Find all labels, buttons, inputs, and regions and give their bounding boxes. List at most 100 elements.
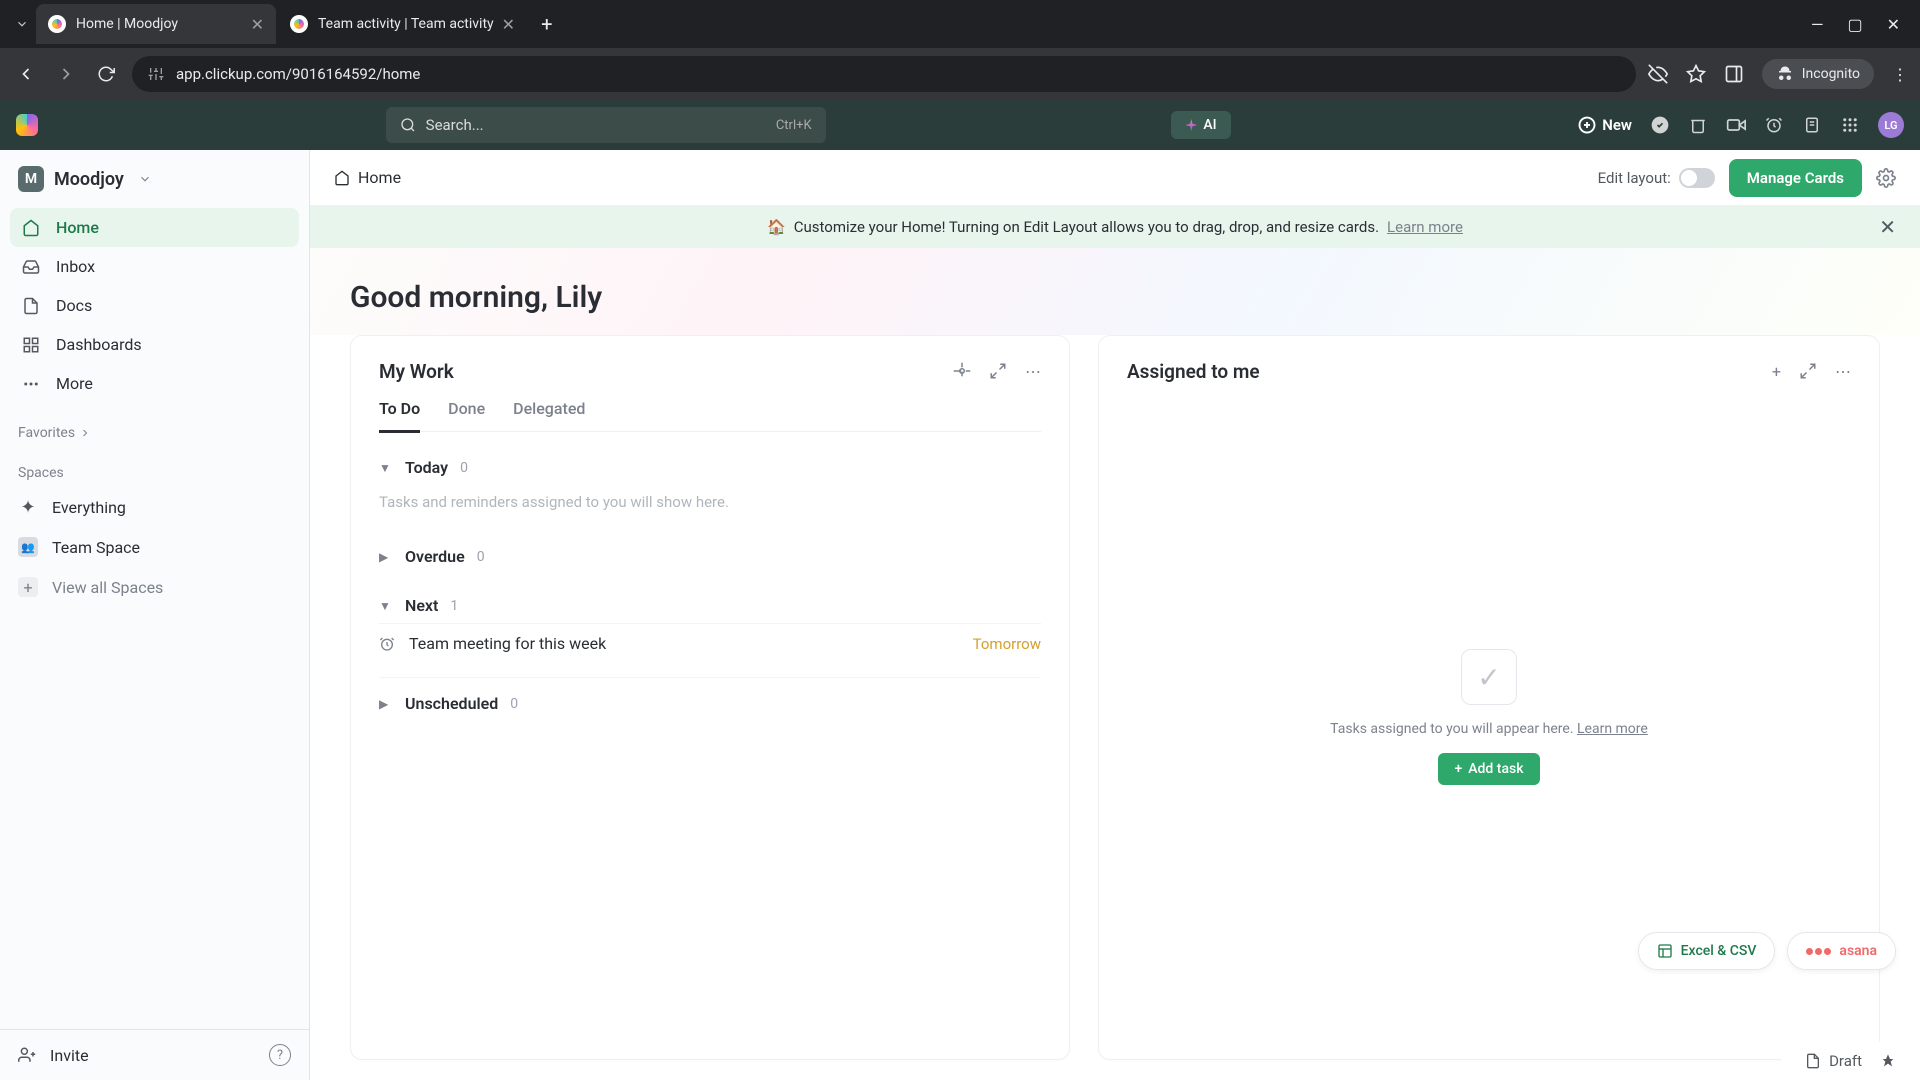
manage-cards-button[interactable]: Manage Cards — [1729, 159, 1862, 197]
video-icon[interactable] — [1726, 115, 1746, 135]
task-name: Team meeting for this week — [409, 634, 959, 653]
toggle-switch[interactable] — [1679, 168, 1715, 188]
group-header[interactable]: ▶ Overdue 0 — [379, 539, 1041, 574]
sidebar-item-dashboards[interactable]: Dashboards — [10, 325, 299, 364]
group-header[interactable]: ▼ Next 1 — [379, 588, 1041, 623]
tabs-dropdown-icon[interactable] — [8, 10, 36, 38]
app-logo-icon[interactable] — [16, 114, 38, 136]
check-circle-icon[interactable] — [1650, 115, 1670, 135]
new-tab-button[interactable]: + — [529, 12, 564, 36]
more-icon[interactable]: ⋯ — [1025, 362, 1041, 381]
edit-layout-toggle[interactable]: Edit layout: — [1598, 168, 1715, 188]
sidebar-item-inbox[interactable]: Inbox — [10, 247, 299, 286]
expand-icon[interactable] — [989, 362, 1007, 381]
browser-tab-active[interactable]: Home | Moodjoy ✕ — [36, 4, 276, 44]
spaces-section: Spaces — [0, 447, 309, 487]
team-space-icon: 👥 — [18, 537, 38, 557]
incognito-badge[interactable]: Incognito — [1762, 59, 1874, 89]
tracking-off-icon[interactable] — [1648, 64, 1668, 84]
view-all-spaces[interactable]: + View all Spaces — [0, 567, 309, 607]
add-task-button[interactable]: + Add task — [1438, 753, 1539, 785]
favorites-section[interactable]: Favorites — [0, 407, 309, 447]
global-search[interactable]: Search... Ctrl+K — [386, 107, 826, 143]
sidebar-item-more[interactable]: More — [10, 364, 299, 403]
apps-grid-icon[interactable] — [1840, 115, 1860, 135]
workspace-switcher[interactable]: M Moodjoy — [0, 150, 309, 204]
tab-done[interactable]: Done — [448, 399, 485, 431]
invite-button[interactable]: Invite — [50, 1046, 89, 1065]
back-button[interactable] — [12, 60, 40, 88]
incognito-label: Incognito — [1802, 66, 1860, 82]
side-panel-icon[interactable] — [1724, 64, 1744, 84]
home-icon — [22, 219, 42, 237]
reload-button[interactable] — [92, 60, 120, 88]
help-icon[interactable]: ? — [269, 1044, 291, 1066]
search-icon — [400, 117, 416, 133]
close-tab-icon[interactable]: ✕ — [502, 15, 515, 34]
pin-icon[interactable] — [1880, 1053, 1896, 1069]
close-tab-icon[interactable]: ✕ — [251, 15, 264, 34]
task-due: Tomorrow — [973, 635, 1041, 653]
space-team[interactable]: 👥 Team Space — [0, 527, 309, 567]
expand-icon[interactable] — [1799, 362, 1817, 381]
space-everything[interactable]: ✦ Everything — [0, 487, 309, 527]
sidebar-item-home[interactable]: Home — [10, 208, 299, 247]
sparkle-icon — [1185, 119, 1197, 131]
dashboard-icon — [22, 336, 42, 354]
settings-icon[interactable] — [1876, 168, 1896, 188]
search-placeholder: Search... — [426, 116, 484, 134]
browser-tab[interactable]: Team activity | Team activity ✕ — [278, 4, 527, 44]
learn-more-link[interactable]: Learn more — [1577, 721, 1648, 737]
clock-icon[interactable] — [1764, 115, 1784, 135]
sidebar-item-docs[interactable]: Docs — [10, 286, 299, 325]
excel-csv-chip[interactable]: Excel & CSV — [1638, 932, 1776, 970]
url-input[interactable]: app.clickup.com/9016164592/home — [132, 56, 1636, 92]
plus-icon[interactable]: + — [1772, 362, 1781, 381]
info-banner: 🏠 Customize your Home! Turning on Edit L… — [310, 206, 1920, 248]
more-icon[interactable]: ⋯ — [1835, 362, 1851, 381]
browser-menu-icon[interactable]: ⋮ — [1892, 65, 1908, 84]
plus-icon: + — [1454, 761, 1462, 777]
favicon-icon — [290, 15, 308, 33]
everything-icon: ✦ — [18, 497, 38, 517]
group-header[interactable]: ▶ Unscheduled 0 — [379, 686, 1041, 721]
inbox-icon — [22, 258, 42, 276]
forward-button[interactable] — [52, 60, 80, 88]
new-button[interactable]: New — [1578, 116, 1632, 134]
asana-icon — [1806, 948, 1831, 955]
notepad-icon[interactable] — [1802, 115, 1822, 135]
app-header: Search... Ctrl+K AI New LG — [0, 100, 1920, 150]
tab-todo[interactable]: To Do — [379, 399, 420, 433]
group-next: ▼ Next 1 Team meeting for this week Tomo… — [379, 588, 1041, 663]
close-window-icon[interactable]: ✕ — [1887, 15, 1900, 34]
note-icon — [1805, 1053, 1821, 1069]
minimize-icon[interactable]: — — [1811, 15, 1824, 34]
tab-title: Home | Moodjoy — [76, 16, 243, 32]
import-chips: Excel & CSV asana — [1638, 932, 1896, 970]
draft-button[interactable]: Draft — [1805, 1052, 1862, 1070]
close-banner-icon[interactable]: ✕ — [1879, 215, 1896, 239]
bookmark-icon[interactable] — [1686, 64, 1706, 84]
asana-chip[interactable]: asana — [1787, 932, 1896, 970]
empty-today-text: Tasks and reminders assigned to you will… — [379, 485, 1041, 525]
tab-delegated[interactable]: Delegated — [513, 399, 585, 431]
trash-icon[interactable] — [1688, 115, 1708, 135]
caret-down-icon: ▼ — [379, 599, 393, 613]
browser-address-bar: app.clickup.com/9016164592/home Incognit… — [0, 48, 1920, 100]
banner-learn-more-link[interactable]: Learn more — [1387, 218, 1463, 236]
task-row[interactable]: Team meeting for this week Tomorrow — [379, 623, 1041, 663]
workspace-badge: M — [18, 166, 44, 192]
sidebar: M Moodjoy Home Inbox Docs Dashboards — [0, 150, 310, 1080]
ai-button[interactable]: AI — [1171, 111, 1230, 139]
plus-icon: + — [18, 577, 38, 597]
breadcrumb[interactable]: Home — [334, 168, 401, 187]
tab-title: Team activity | Team activity — [318, 16, 494, 32]
maximize-icon[interactable]: ▢ — [1847, 15, 1862, 34]
gear-icon[interactable] — [953, 362, 971, 381]
house-emoji-icon: 🏠 — [767, 218, 786, 236]
window-controls: — ▢ ✕ — [1811, 15, 1912, 34]
content-topbar: Home Edit layout: Manage Cards — [310, 150, 1920, 206]
user-avatar[interactable]: LG — [1878, 112, 1904, 138]
group-header[interactable]: ▼ Today 0 — [379, 450, 1041, 485]
site-settings-icon[interactable] — [148, 66, 164, 82]
